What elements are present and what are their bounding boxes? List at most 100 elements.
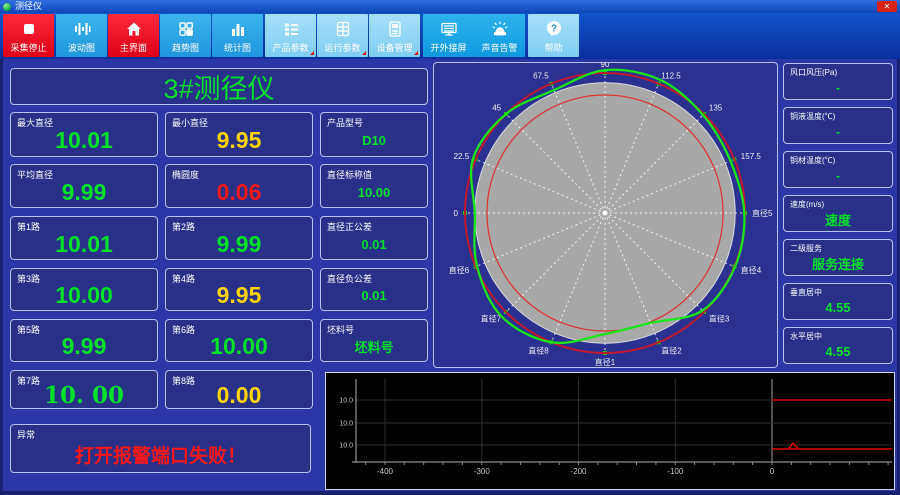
cell-value: 10. 00 — [43, 382, 125, 409]
cell-value: 10.00 — [357, 184, 391, 200]
svg-text:直径4: 直径4 — [741, 265, 762, 275]
toolbar-button-label: 采集停止 — [10, 43, 47, 53]
app-icon — [3, 2, 11, 11]
trend-chart-panel: 10.0 10.0 10.0 -400 -300 -200 -100 0 — [325, 372, 895, 490]
measure-cell-r3c2: 第2路 9.99 — [165, 216, 313, 260]
svg-text:直径2: 直径2 — [661, 346, 682, 356]
window-titlebar: 测径仪 ✕ — [0, 0, 900, 13]
svg-text:0: 0 — [770, 467, 775, 476]
toolbar-button-label: 产品参数 — [272, 43, 309, 53]
svg-text:0: 0 — [454, 209, 459, 218]
waveform-icon — [56, 18, 107, 40]
toolbar-button-10[interactable]: 声音告警 — [474, 14, 525, 57]
close-icon[interactable]: ✕ — [877, 1, 897, 12]
cell-value: 10.01 — [55, 127, 113, 153]
list-icon — [265, 18, 316, 40]
toolbar-button-label: 声音告警 — [481, 43, 518, 53]
toolbar-button-8[interactable]: 设备管理 — [369, 14, 420, 57]
measure-cell-r6c1: 第7路 10. 00 — [10, 370, 158, 409]
cell-value: 0.01 — [361, 288, 387, 303]
cell-value: - — [836, 80, 840, 95]
cell-value: 0.01 — [361, 236, 387, 252]
cell-value: 0.00 — [216, 382, 262, 408]
measuring-gauge-app: 测径仪 ✕ 采集停止 波动图 主界面 趋势图 统计图 产品参数 运行参数 设备管理 开外接屏 声音… — [0, 0, 900, 495]
toolbar-button-5[interactable]: 统计图 — [212, 14, 263, 57]
toolbar-button-11[interactable]: ? 帮助 — [528, 14, 579, 57]
svg-text:直径1: 直径1 — [595, 357, 616, 367]
barchart-icon — [212, 18, 263, 40]
measure-cell-r2c2: 椭圆度 0.06 — [165, 164, 313, 208]
status-cell-1: 风口风压(Pa) - — [783, 63, 893, 100]
help-icon: ? — [528, 18, 579, 40]
measure-cell-r4c2: 第4路 9.95 — [165, 268, 313, 311]
device-icon — [369, 18, 420, 40]
cell-value: 服务连接 — [811, 257, 864, 272]
alarm-message: 打开报警端口失败！ — [74, 446, 246, 467]
toolbar-button-label: 波动图 — [67, 43, 95, 53]
toolbar-button-label: 统计图 — [223, 43, 251, 53]
svg-text:?: ? — [550, 24, 556, 35]
svg-text:90: 90 — [601, 63, 610, 69]
cell-value: 4.55 — [825, 344, 851, 359]
cell-value: 10.01 — [55, 230, 113, 257]
trend-chart: 10.0 10.0 10.0 -400 -300 -200 -100 0 — [339, 379, 892, 476]
cell-value: D10 — [362, 133, 386, 148]
cell-value: 10.00 — [210, 333, 268, 359]
measure-cell-r4c1: 第3路 10.00 — [10, 268, 158, 311]
svg-text:直径6: 直径6 — [449, 265, 470, 275]
measure-cell-r3c1: 第1路 10.01 — [10, 216, 158, 260]
toolbar-button-label: 主界面 — [119, 43, 147, 53]
cell-value: 4.55 — [825, 300, 851, 315]
cell-value: - — [836, 168, 840, 183]
svg-text:-200: -200 — [570, 467, 587, 476]
status-cell-3: 铜材温度(℃) - — [783, 151, 893, 188]
dropdown-arrow-icon — [362, 47, 366, 55]
svg-text:22.5: 22.5 — [454, 152, 470, 161]
status-cell-7: 水平居中 4.55 — [783, 327, 893, 364]
status-cell-6: 垂直居中 4.55 — [783, 283, 893, 320]
toolbar-button-label: 帮助 — [544, 43, 563, 53]
siren-icon — [474, 18, 525, 40]
toolbar: 采集停止 波动图 主界面 趋势图 统计图 产品参数 运行参数 设备管理 开外接屏 声音告警? 帮助 — [0, 13, 900, 59]
toolbar-button-6[interactable]: 产品参数 — [265, 14, 316, 57]
svg-text:10.0: 10.0 — [339, 443, 353, 450]
toolbar-button-label: 运行参数 — [324, 43, 361, 53]
alarm-cell: 异常 打开报警端口失败！ — [10, 424, 311, 473]
toolbar-button-label: 开外接屏 — [430, 43, 467, 53]
toolbar-button-2[interactable]: 波动图 — [56, 14, 107, 57]
svg-text:10.0: 10.0 — [339, 398, 353, 405]
window-title: 测径仪 — [15, 1, 43, 11]
measure-cell-r5c1: 第5路 9.99 — [10, 319, 158, 362]
cell-value: 10.00 — [55, 282, 113, 308]
gauge-title-box: 3#测径仪 — [10, 68, 428, 105]
dropdown-arrow-icon — [310, 47, 314, 55]
cell-value: 坯料号 — [354, 340, 394, 355]
svg-text:45: 45 — [492, 104, 501, 113]
svg-text:-300: -300 — [474, 467, 491, 476]
measure-cell-r2c1: 平均直径 9.99 — [10, 164, 158, 208]
home-icon — [108, 18, 159, 40]
measure-cell-r2c3: 直径标称值 10.00 — [320, 164, 428, 208]
status-cell-4: 速度(m/s) 速度 — [783, 195, 893, 232]
grid4-icon — [160, 18, 211, 40]
svg-text:直径7: 直径7 — [481, 313, 502, 323]
measure-cell-r4c3: 直径负公差 0.01 — [320, 268, 428, 311]
toolbar-button-label: 趋势图 — [171, 43, 199, 53]
toolbar-button-1[interactable]: 采集停止 — [3, 14, 54, 57]
toolbar-button-4[interactable]: 趋势图 — [160, 14, 211, 57]
measure-cell-r5c2: 第6路 10.00 — [165, 319, 313, 362]
cell-value: 9.99 — [61, 333, 107, 359]
measure-cell-r6c2: 第8路 0.00 — [165, 370, 313, 409]
svg-text:直径3: 直径3 — [709, 313, 730, 323]
toolbar-button-9[interactable]: 开外接屏 — [423, 14, 474, 57]
svg-text:67.5: 67.5 — [533, 71, 549, 80]
toolbar-button-7[interactable]: 运行参数 — [317, 14, 368, 57]
toolbar-button-label: 设备管理 — [376, 43, 413, 53]
toolbar-button-3[interactable]: 主界面 — [108, 14, 159, 57]
cell-value: 9.99 — [216, 230, 262, 257]
measure-cell-r5c3: 坯料号 坯料号 — [320, 319, 428, 362]
roundness-chart-panel: 0 22.5 45 67.5 90 112.5 135 157.5 直径5 直径4 直径3 直径2 直径… — [433, 62, 778, 368]
cell-value: - — [836, 124, 840, 139]
dropdown-arrow-icon — [414, 47, 418, 55]
cell-value: 9.95 — [216, 127, 262, 153]
